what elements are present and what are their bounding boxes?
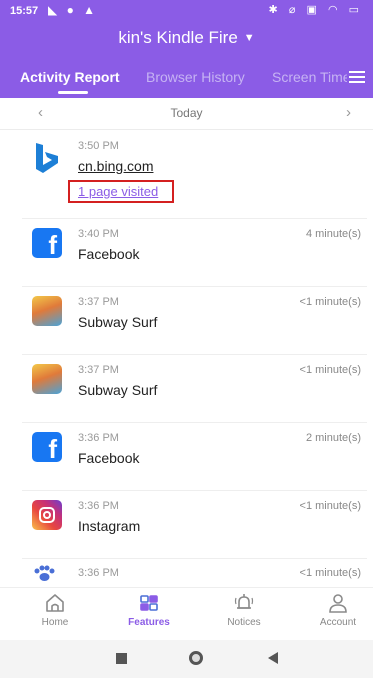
nav-label: Notices <box>227 617 261 628</box>
activity-duration: <1 minute(s) <box>299 500 361 512</box>
subway-surf-icon <box>32 296 62 326</box>
list-item[interactable]: 3:36 PM Instagram <1 minute(s) <box>22 491 367 559</box>
activity-time: 3:36 PM <box>78 567 119 579</box>
tab-activity-report[interactable]: Activity Report <box>20 69 120 85</box>
tab-screen-time[interactable]: Screen Time <box>272 69 351 85</box>
date-label: Today <box>170 106 203 120</box>
status-bar: 15:57 ◣ ● ▲ ✱ ⌀ ▣ ◠ ▭ <box>0 0 373 24</box>
activity-time: 3:37 PM <box>78 364 119 376</box>
bottom-navigation: Home Features Notices Account <box>0 587 373 640</box>
facebook-icon: f <box>32 228 62 260</box>
nav-account[interactable]: Account <box>303 592 373 628</box>
home-icon <box>46 594 64 612</box>
menu-icon[interactable] <box>347 66 369 88</box>
nav-notices[interactable]: Notices <box>209 592 279 628</box>
instagram-icon <box>32 500 62 530</box>
subway-surf-icon <box>32 364 62 394</box>
nav-home[interactable]: Home <box>20 592 90 628</box>
bell-icon <box>234 594 254 609</box>
system-navigation-bar <box>0 640 373 678</box>
nav-label: Features <box>128 617 170 628</box>
activity-duration: <1 minute(s) <box>299 364 361 376</box>
date-navigator: ‹ Today › <box>0 98 373 130</box>
activity-duration: 4 minute(s) <box>305 228 361 240</box>
list-item[interactable]: f 3:40 PM Facebook 4 minute(s) <box>22 219 367 287</box>
tab-bar: Activity Report Browser History Screen T… <box>0 66 373 98</box>
device-selector[interactable]: kin's Kindle Fire ▼ <box>0 28 373 48</box>
device-title: kin's Kindle Fire <box>118 28 238 47</box>
active-tab-indicator <box>58 91 88 94</box>
recent-apps-icon[interactable] <box>116 653 127 664</box>
app-header: 15:57 ◣ ● ▲ ✱ ⌀ ▣ ◠ ▭ kin's Kindle Fire ▼… <box>0 0 373 98</box>
list-item[interactable]: f 3:36 PM Facebook 2 minute(s) <box>22 423 367 491</box>
home-circle-icon[interactable] <box>189 651 203 665</box>
activity-domain-link[interactable]: cn.bing.com <box>78 158 153 174</box>
list-item[interactable]: 3:50 PM cn.bing.com 1 page visited <box>22 131 367 219</box>
pages-visited-link[interactable]: 1 page visited <box>78 184 158 199</box>
activity-duration: 2 minute(s) <box>305 432 361 444</box>
nav-label: Home <box>41 617 69 628</box>
facebook-icon: f <box>32 432 62 464</box>
nav-label: Account <box>319 617 357 628</box>
features-grid-icon <box>140 595 158 611</box>
activity-app-name: Instagram <box>78 518 141 534</box>
activity-app-name: Facebook <box>78 246 140 262</box>
status-time: 15:57 <box>10 5 39 17</box>
activity-duration: <1 minute(s) <box>299 567 361 579</box>
person-icon <box>329 594 347 613</box>
activity-time: 3:36 PM <box>78 432 119 444</box>
nav-features[interactable]: Features <box>114 592 184 628</box>
activity-app-name: Subway Surf <box>78 382 158 398</box>
list-item[interactable]: 3:36 PM <1 minute(s) <box>22 559 367 587</box>
list-item[interactable]: 3:37 PM Subway Surf <1 minute(s) <box>22 355 367 423</box>
back-triangle-icon[interactable] <box>268 652 278 664</box>
activity-duration: <1 minute(s) <box>299 296 361 308</box>
chevron-down-icon: ▼ <box>243 32 255 44</box>
activity-app-name: Facebook <box>78 450 140 466</box>
list-item[interactable]: 3:37 PM Subway Surf <1 minute(s) <box>22 287 367 355</box>
highlight-box: 1 page visited <box>68 180 174 203</box>
activity-time: 3:50 PM <box>78 140 119 152</box>
activity-time: 3:40 PM <box>78 228 119 240</box>
activity-time: 3:37 PM <box>78 296 119 308</box>
tab-browser-history[interactable]: Browser History <box>146 69 245 85</box>
status-notification-icons: ◣ ● ▲ <box>48 3 99 17</box>
paw-app-icon <box>32 565 62 585</box>
activity-time: 3:36 PM <box>78 500 119 512</box>
activity-app-name: Subway Surf <box>78 314 158 330</box>
status-system-icons: ✱ ⌀ ▣ ◠ ▭ <box>268 4 363 16</box>
bing-icon <box>32 141 62 173</box>
next-day-icon[interactable]: › <box>346 104 351 121</box>
